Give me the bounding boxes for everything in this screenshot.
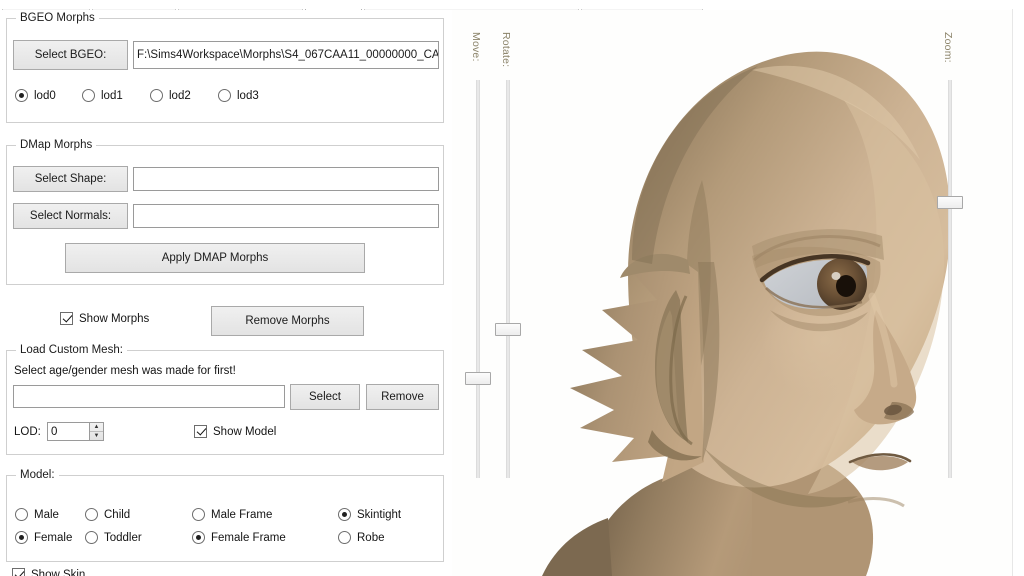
show-model-checkbox[interactable]: Show Model xyxy=(194,425,276,438)
bgeo-morphs-group: BGEO Morphs Select BGEO: F:\Sims4Workspa… xyxy=(6,18,444,123)
model-female-frame-label: Female Frame xyxy=(211,532,286,544)
model-male-frame-label: Male Frame xyxy=(211,509,272,521)
lod-increment-icon[interactable]: ▲ xyxy=(90,423,103,432)
show-skin-label: Show Skin xyxy=(31,569,85,576)
normals-path-input[interactable] xyxy=(133,204,439,228)
shape-path-input[interactable] xyxy=(133,167,439,191)
model-child-radio[interactable]: Child xyxy=(85,508,130,521)
rotate-slider-thumb[interactable] xyxy=(495,323,521,336)
radio-indicator xyxy=(192,531,205,544)
radio-indicator xyxy=(338,508,351,521)
show-model-label: Show Model xyxy=(213,426,276,438)
model-toddler-label: Toddler xyxy=(104,532,142,544)
lod-stepper-buttons[interactable]: ▲ ▼ xyxy=(89,422,104,441)
zoom-slider[interactable]: Zoom: xyxy=(932,28,968,478)
rotate-slider-track[interactable] xyxy=(506,80,510,478)
radio-indicator xyxy=(218,89,231,102)
radio-indicator xyxy=(85,508,98,521)
checkbox-indicator xyxy=(12,568,25,576)
custom-mesh-path-input[interactable] xyxy=(13,385,285,408)
lod1-radio-label: lod1 xyxy=(101,90,123,102)
apply-dmap-morphs-button[interactable]: Apply DMAP Morphs xyxy=(65,243,365,273)
rotate-slider-label: Rotate: xyxy=(500,32,512,67)
radio-indicator xyxy=(338,531,351,544)
lod1-radio[interactable]: lod1 xyxy=(82,89,123,102)
select-shape-button[interactable]: Select Shape: xyxy=(13,166,128,192)
model-skintight-label: Skintight xyxy=(357,509,401,521)
zoom-slider-thumb[interactable] xyxy=(937,196,963,209)
bgeo-morphs-title: BGEO Morphs xyxy=(16,12,99,24)
radio-indicator xyxy=(15,531,28,544)
model-toddler-radio[interactable]: Toddler xyxy=(85,531,142,544)
model-robe-radio[interactable]: Robe xyxy=(338,531,385,544)
model-male-label: Male xyxy=(34,509,59,521)
left-control-panel: BGEO Morphs Select BGEO: F:\Sims4Workspa… xyxy=(0,10,452,576)
radio-indicator xyxy=(82,89,95,102)
model-female-label: Female xyxy=(34,532,72,544)
dmap-morphs-group: DMap Morphs Select Shape: Select Normals… xyxy=(6,145,444,285)
radio-indicator xyxy=(15,508,28,521)
radio-indicator xyxy=(192,508,205,521)
lod3-radio-label: lod3 xyxy=(237,90,259,102)
radio-indicator xyxy=(150,89,163,102)
model-preview-viewport[interactable]: Move: Rotate: Zoom: xyxy=(452,10,1012,576)
model-child-label: Child xyxy=(104,509,130,521)
model-female-frame-radio[interactable]: Female Frame xyxy=(192,531,286,544)
lod-value[interactable]: 0 xyxy=(47,422,89,441)
select-mesh-button[interactable]: Select xyxy=(290,384,360,410)
load-custom-mesh-title: Load Custom Mesh: xyxy=(16,344,127,356)
select-bgeo-button[interactable]: Select BGEO: xyxy=(13,40,128,70)
head-model-render xyxy=(452,10,1012,576)
window-top-edge xyxy=(0,0,1024,9)
lod-label: LOD: xyxy=(14,426,41,438)
model-title: Model: xyxy=(16,469,59,481)
bgeo-path-input[interactable]: F:\Sims4Workspace\Morphs\S4_067CAA11_000… xyxy=(133,41,439,69)
application-window: Create DMaps Create BGEO Edit/Create Bon… xyxy=(0,0,1024,576)
radio-indicator xyxy=(85,531,98,544)
dmap-morphs-title: DMap Morphs xyxy=(16,139,96,151)
remove-morphs-button[interactable]: Remove Morphs xyxy=(211,306,364,336)
model-male-radio[interactable]: Male xyxy=(15,508,59,521)
model-male-frame-radio[interactable]: Male Frame xyxy=(192,508,272,521)
show-morphs-checkbox[interactable]: Show Morphs xyxy=(60,312,149,325)
checkbox-indicator xyxy=(60,312,73,325)
lod0-radio-label: lod0 xyxy=(34,90,56,102)
show-morphs-label: Show Morphs xyxy=(79,313,149,325)
checkbox-indicator xyxy=(194,425,207,438)
zoom-slider-label: Zoom: xyxy=(942,32,954,63)
move-slider-track[interactable] xyxy=(476,80,480,478)
model-group: Model: Male Female Child Toddler Male Fr… xyxy=(6,475,444,562)
show-skin-checkbox[interactable]: Show Skin xyxy=(12,568,85,576)
move-slider-thumb[interactable] xyxy=(465,372,491,385)
lod3-radio[interactable]: lod3 xyxy=(218,89,259,102)
zoom-slider-track[interactable] xyxy=(948,80,952,478)
lod2-radio[interactable]: lod2 xyxy=(150,89,191,102)
lod-stepper[interactable]: 0 ▲ ▼ xyxy=(47,422,104,441)
load-custom-mesh-group: Load Custom Mesh: Select age/gender mesh… xyxy=(6,350,444,455)
move-slider-label: Move: xyxy=(470,32,482,62)
remove-mesh-button[interactable]: Remove xyxy=(366,384,439,410)
window-right-border xyxy=(1012,0,1024,576)
model-robe-label: Robe xyxy=(357,532,385,544)
lod0-radio[interactable]: lod0 xyxy=(15,89,56,102)
mesh-hint-text: Select age/gender mesh was made for firs… xyxy=(14,365,236,377)
select-normals-button[interactable]: Select Normals: xyxy=(13,203,128,229)
lod2-radio-label: lod2 xyxy=(169,90,191,102)
radio-indicator xyxy=(15,89,28,102)
model-female-radio[interactable]: Female xyxy=(15,531,72,544)
model-skintight-radio[interactable]: Skintight xyxy=(338,508,401,521)
lod-decrement-icon[interactable]: ▼ xyxy=(90,432,103,440)
rotate-slider[interactable]: Rotate: xyxy=(490,28,526,478)
